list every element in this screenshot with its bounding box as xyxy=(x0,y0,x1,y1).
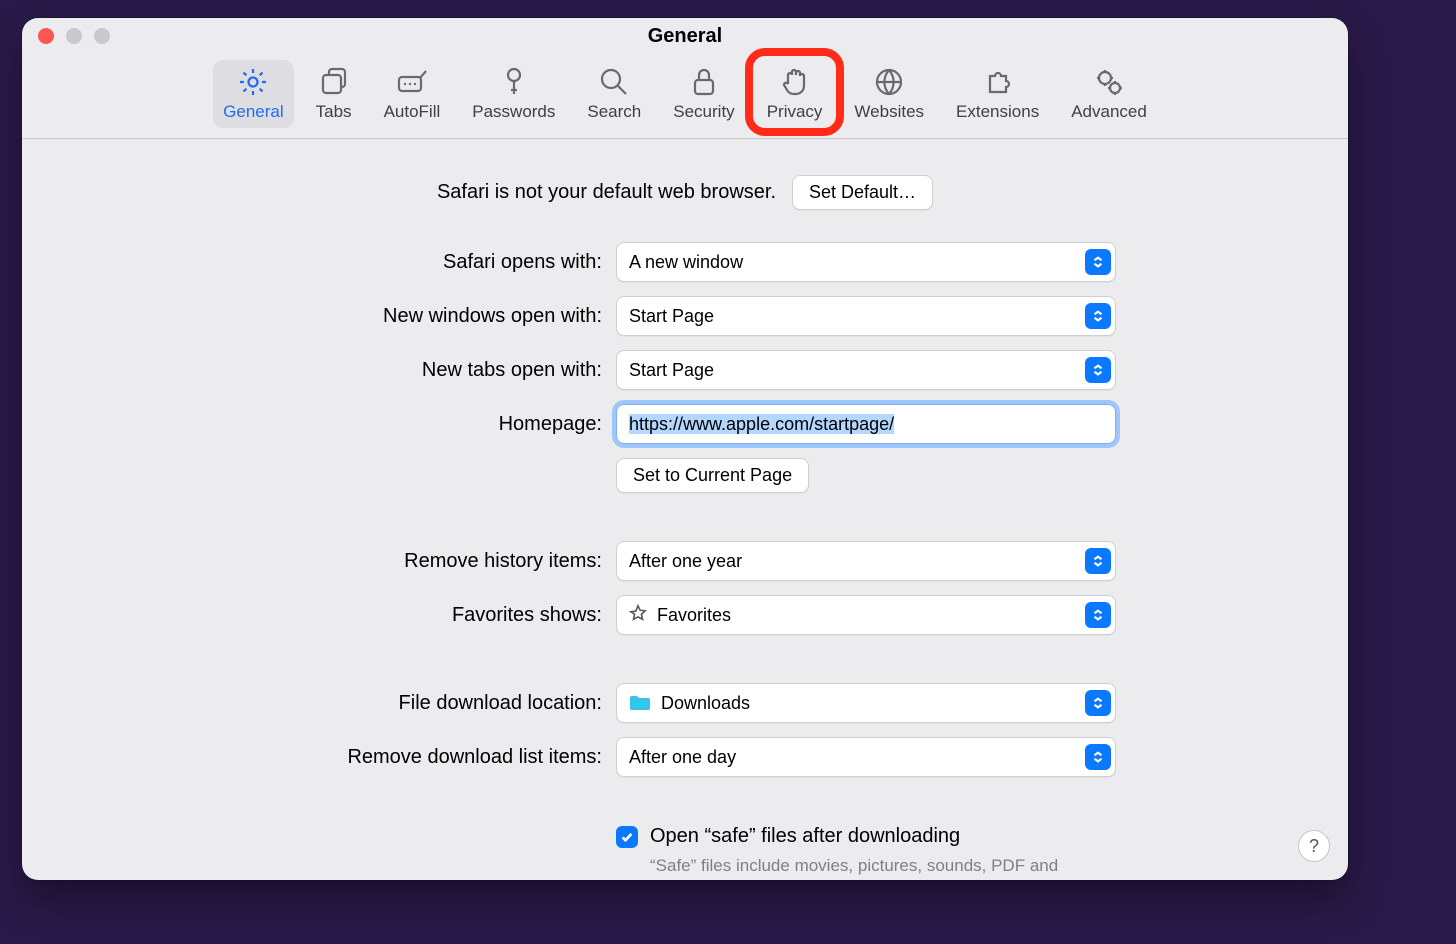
label-favorites: Favorites shows: xyxy=(452,604,602,627)
tab-general[interactable]: General xyxy=(213,60,293,128)
window-title: General xyxy=(22,25,1348,48)
label-opens-with: Safari opens with: xyxy=(443,251,602,274)
label-homepage: Homepage: xyxy=(499,413,602,436)
tab-label: Tabs xyxy=(316,102,352,122)
chevron-updown-icon xyxy=(1085,602,1111,628)
star-icon xyxy=(629,604,647,627)
default-browser-text: Safari is not your default web browser. xyxy=(437,181,776,204)
tab-label: Extensions xyxy=(956,102,1039,122)
chevron-updown-icon xyxy=(1085,744,1111,770)
tab-label: General xyxy=(223,102,283,122)
autofill-icon xyxy=(396,66,428,98)
preferences-toolbar: General Tabs AutoFill Passwords Search xyxy=(22,54,1348,138)
close-window-button[interactable] xyxy=(38,28,54,44)
select-value: Favorites xyxy=(629,604,1085,627)
select-new-tabs[interactable]: Start Page xyxy=(616,350,1116,390)
homepage-value: https://www.apple.com/startpage/ xyxy=(629,414,1111,435)
traffic-lights xyxy=(38,28,110,44)
select-value: Downloads xyxy=(629,693,1085,714)
open-safe-checkbox-row[interactable]: Open “safe” files after downloading xyxy=(616,825,1116,848)
zoom-window-button[interactable] xyxy=(94,28,110,44)
set-current-page-button[interactable]: Set to Current Page xyxy=(616,458,809,493)
tab-label: Privacy xyxy=(767,102,823,122)
select-opens-with[interactable]: A new window xyxy=(616,242,1116,282)
default-browser-row: Safari is not your default web browser. … xyxy=(22,175,1348,210)
set-default-button[interactable]: Set Default… xyxy=(792,175,933,210)
select-remove-history[interactable]: After one year xyxy=(616,541,1116,581)
tab-advanced[interactable]: Advanced xyxy=(1061,60,1157,128)
checkbox-checked-icon xyxy=(616,826,638,848)
gear-icon xyxy=(237,66,269,98)
tab-search[interactable]: Search xyxy=(577,60,651,128)
lock-icon xyxy=(688,66,720,98)
help-button[interactable]: ? xyxy=(1298,830,1330,862)
key-icon xyxy=(498,66,530,98)
tab-label: AutoFill xyxy=(384,102,441,122)
folder-icon xyxy=(629,694,651,712)
select-download-location[interactable]: Downloads xyxy=(616,683,1116,723)
select-value: After one year xyxy=(629,551,1085,572)
chevron-updown-icon xyxy=(1085,303,1111,329)
chevron-updown-icon xyxy=(1085,548,1111,574)
preferences-window: General General Tabs AutoFill Password xyxy=(22,18,1348,880)
select-value: A new window xyxy=(629,252,1085,273)
label-remove-history: Remove history items: xyxy=(404,550,602,573)
chevron-updown-icon xyxy=(1085,690,1111,716)
label-new-windows: New windows open with: xyxy=(383,305,602,328)
open-safe-description: “Safe” files include movies, pictures, s… xyxy=(616,854,1080,880)
minimize-window-button[interactable] xyxy=(66,28,82,44)
select-value: Start Page xyxy=(629,306,1085,327)
chevron-updown-icon xyxy=(1085,249,1111,275)
tab-autofill[interactable]: AutoFill xyxy=(374,60,451,128)
tab-tabs[interactable]: Tabs xyxy=(306,60,362,128)
chevron-updown-icon xyxy=(1085,357,1111,383)
tab-label: Security xyxy=(673,102,734,122)
search-icon xyxy=(598,66,630,98)
hand-icon xyxy=(779,66,811,98)
tab-label: Passwords xyxy=(472,102,555,122)
globe-icon xyxy=(873,66,905,98)
titlebar: General xyxy=(22,18,1348,54)
tab-label: Search xyxy=(587,102,641,122)
tab-websites[interactable]: Websites xyxy=(844,60,934,128)
label-remove-downloads: Remove download list items: xyxy=(347,746,602,769)
select-favorites[interactable]: Favorites xyxy=(616,595,1116,635)
select-remove-downloads[interactable]: After one day xyxy=(616,737,1116,777)
tab-extensions[interactable]: Extensions xyxy=(946,60,1049,128)
open-safe-group: Open “safe” files after downloading “Saf… xyxy=(616,825,1116,880)
settings-grid: Safari opens with: A new window New wind… xyxy=(22,242,1348,880)
tab-passwords[interactable]: Passwords xyxy=(462,60,565,128)
label-new-tabs: New tabs open with: xyxy=(422,359,602,382)
open-safe-label: Open “safe” files after downloading xyxy=(650,825,960,848)
tab-privacy[interactable]: Privacy xyxy=(757,60,833,128)
tab-label: Websites xyxy=(854,102,924,122)
select-value: After one day xyxy=(629,747,1085,768)
label-download-location: File download location: xyxy=(399,692,602,715)
puzzle-icon xyxy=(982,66,1014,98)
tab-security[interactable]: Security xyxy=(663,60,744,128)
advanced-gears-icon xyxy=(1093,66,1125,98)
set-current-page-row: Set to Current Page xyxy=(616,458,1116,493)
select-value: Start Page xyxy=(629,360,1085,381)
tab-label: Advanced xyxy=(1071,102,1147,122)
content-area: Safari is not your default web browser. … xyxy=(22,139,1348,880)
homepage-field[interactable]: https://www.apple.com/startpage/ xyxy=(616,404,1116,444)
tabs-icon xyxy=(318,66,350,98)
select-new-windows[interactable]: Start Page xyxy=(616,296,1116,336)
